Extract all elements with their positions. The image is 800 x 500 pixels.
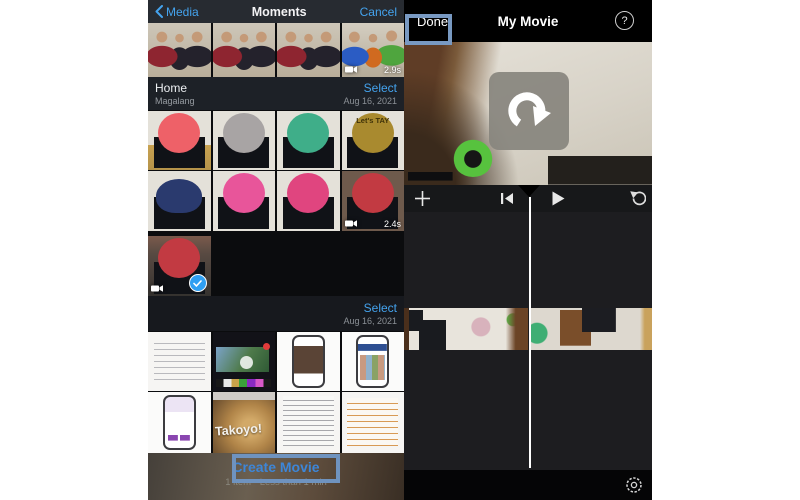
photo-row-4	[148, 236, 404, 296]
skip-to-start-button[interactable]	[499, 191, 515, 205]
undo-button[interactable]	[627, 188, 647, 208]
photo-thumb[interactable]	[148, 23, 211, 77]
play-button[interactable]	[550, 190, 566, 206]
photo-thumb[interactable]	[342, 392, 405, 453]
add-media-button[interactable]	[412, 187, 432, 209]
photo-thumb[interactable]	[148, 392, 211, 453]
photo-thumb[interactable]	[277, 23, 340, 77]
moment-section-header-2: Select Aug 16, 2021	[148, 296, 404, 331]
back-label: Media	[166, 5, 199, 19]
skip-to-start-icon	[500, 192, 514, 205]
heart-icon	[263, 343, 270, 350]
picker-header: Media Moments Cancel	[148, 0, 404, 23]
rotate-clockwise-icon	[505, 87, 553, 135]
photo-thumb[interactable]: Let's TAY	[342, 111, 405, 170]
photo-thumb[interactable]	[148, 171, 211, 231]
playhead-line[interactable]	[529, 197, 531, 468]
back-media-button[interactable]: Media	[155, 5, 199, 19]
photo-thumb[interactable]	[148, 332, 211, 391]
photo-row-5	[148, 332, 404, 391]
playhead-notch	[518, 185, 540, 197]
editor-header: Done My Movie ?	[404, 0, 652, 42]
chevron-left-icon	[155, 5, 163, 18]
food-sticker-text: Takoyo!	[214, 421, 262, 438]
settings-gear-icon	[624, 475, 644, 495]
video-thumb[interactable]: 2.9s	[342, 23, 405, 77]
timeline-clip-left[interactable]	[404, 308, 528, 350]
imovie-editor-panel: Done My Movie ?	[404, 0, 652, 500]
timeline-toolbar	[404, 185, 652, 212]
create-movie-button[interactable]: Create Movie	[228, 459, 323, 475]
moment-date: Aug 16, 2021	[343, 96, 397, 106]
timeline	[404, 212, 652, 470]
media-picker-panel: Media Moments Cancel 2.9s Home Magalang	[148, 0, 404, 500]
help-button[interactable]: ?	[615, 11, 634, 30]
photo-thumb[interactable]	[213, 111, 276, 170]
rotate-overlay	[489, 72, 569, 150]
photo-thumb[interactable]	[213, 171, 276, 231]
play-icon	[551, 191, 565, 206]
phone-mockup	[356, 335, 389, 389]
checkmark-badge-icon	[189, 274, 207, 292]
clip-duration-badge: 2.9s	[384, 65, 401, 75]
photo-thumb[interactable]	[277, 171, 340, 231]
preview-content	[452, 137, 494, 177]
project-settings-button[interactable]	[624, 475, 644, 495]
app-toolbar-strip	[216, 379, 271, 387]
video-camera-icon	[345, 65, 357, 74]
picker-footer: Create Movie 1 item • Less than 1 min	[148, 453, 404, 500]
done-button[interactable]: Done	[411, 13, 454, 30]
moment-info: Home Magalang	[155, 81, 195, 106]
photo-thumb[interactable]	[213, 23, 276, 77]
video-camera-icon	[345, 219, 357, 228]
moment-date: Aug 16, 2021	[148, 316, 397, 326]
photo-row-1: 2.9s	[148, 23, 404, 77]
video-thumb[interactable]: 2.4s	[342, 171, 405, 231]
clip-duration-badge: 2.4s	[384, 219, 401, 229]
photo-thumb[interactable]	[148, 111, 211, 170]
phone-mockup	[163, 395, 196, 450]
select-button[interactable]: Select	[364, 301, 397, 315]
photo-thumb[interactable]	[277, 392, 340, 453]
video-preview	[404, 42, 652, 185]
page-title: Moments	[252, 5, 307, 19]
selection-summary: 1 item • Less than 1 min	[225, 477, 327, 488]
photo-thumb[interactable]	[213, 332, 276, 391]
help-icon: ?	[621, 15, 627, 27]
photo-row-6: Takoyo!	[148, 392, 404, 453]
moment-meta: Select Aug 16, 2021	[343, 81, 397, 106]
photo-row-2: Let's TAY	[148, 111, 404, 170]
photo-thumb[interactable]: Takoyo!	[213, 392, 276, 453]
phone-mockup	[292, 335, 325, 389]
photo-thumb[interactable]	[277, 332, 340, 391]
photo-thumb[interactable]	[277, 111, 340, 170]
photo-thumb[interactable]	[342, 332, 405, 391]
select-button[interactable]: Select	[364, 81, 397, 95]
moment-section-header: Home Magalang Select Aug 16, 2021	[148, 77, 404, 110]
moment-title: Home	[155, 81, 195, 95]
undo-icon	[629, 190, 646, 206]
play-overlay-icon	[240, 356, 253, 369]
editor-footer	[404, 470, 652, 500]
moment-subtitle: Magalang	[155, 96, 195, 106]
balloon-sign-text: Let's TAY	[342, 117, 405, 125]
screenshot-stage: Media Moments Cancel 2.9s Home Magalang	[0, 0, 800, 500]
photo-row-3: 2.4s	[148, 171, 404, 231]
add-media-icon	[414, 190, 431, 207]
timeline-clip-right[interactable]	[531, 308, 652, 350]
video-camera-icon	[151, 284, 163, 293]
selected-video-thumb[interactable]	[148, 236, 211, 296]
project-title: My Movie	[498, 14, 559, 29]
cancel-button[interactable]: Cancel	[360, 5, 397, 19]
